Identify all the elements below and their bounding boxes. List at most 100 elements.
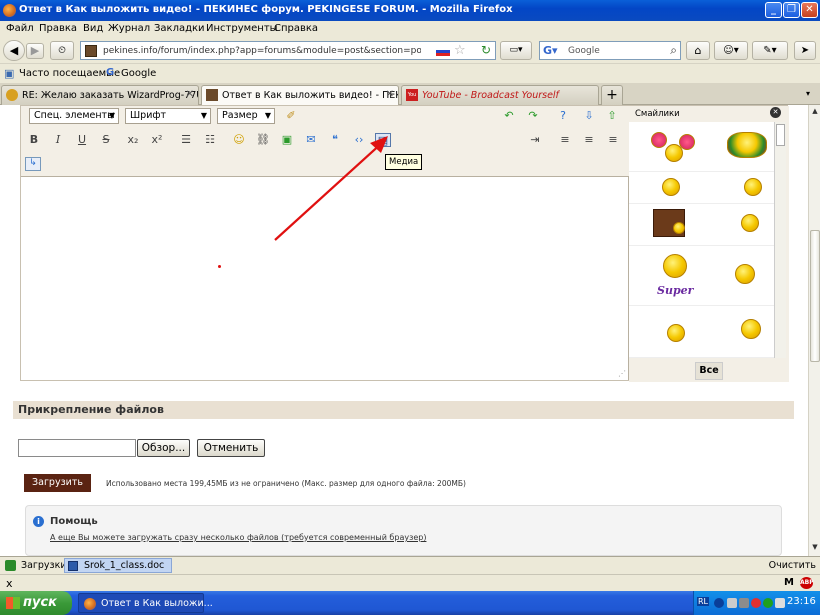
size-select[interactable]: Размер ▼	[217, 108, 275, 124]
smilies-all-button[interactable]: Все	[695, 362, 723, 380]
tab-forum-reply[interactable]: Ответ в Как выложить видео! - ПЕКИН... ✕	[201, 85, 399, 106]
taskbar-item-firefox[interactable]: Ответ в Как выложи...	[78, 593, 213, 613]
opera-icon[interactable]	[751, 598, 761, 608]
align-right-icon[interactable]: ≡	[605, 133, 621, 147]
download-item[interactable]: Srok_1_class.doc	[64, 558, 172, 573]
upload-button[interactable]: Загрузить	[24, 474, 91, 492]
language-indicator[interactable]: RL	[697, 597, 710, 606]
source-mode-icon[interactable]: ↳	[25, 157, 41, 171]
subscript-icon[interactable]: x₂	[125, 133, 141, 147]
undo-icon[interactable]: ↶	[501, 109, 517, 123]
start-button[interactable]: пуск	[0, 591, 72, 615]
adblock-icon[interactable]: ABP	[800, 577, 814, 589]
surprised-smiley-icon[interactable]	[741, 319, 761, 339]
minimize-button[interactable]: _	[765, 2, 782, 18]
phone-smiley-icon[interactable]	[735, 264, 755, 284]
resize-grip-icon[interactable]: ⋰	[618, 369, 626, 378]
menu-history[interactable]: Журнал	[108, 23, 150, 34]
italic-icon[interactable]: I	[50, 133, 66, 147]
font-select[interactable]: Шрифт ▼	[125, 108, 211, 124]
tab-wizardprog[interactable]: RE: Желаю заказать WizardProg-77US... ✕	[1, 85, 199, 105]
downloads-label[interactable]: Загрузки	[21, 560, 67, 571]
gmail-notifier-icon[interactable]: M	[784, 577, 794, 588]
align-center-icon[interactable]: ≡	[581, 133, 597, 147]
editor-textarea[interactable]: ⋰	[21, 176, 629, 380]
help-link[interactable]: А еще Вы можете загружать сразу нескольк…	[50, 533, 426, 542]
page-scrollbar[interactable]: ▲ ▼	[808, 105, 820, 556]
network-icon[interactable]	[727, 598, 737, 608]
browse-button[interactable]: Обзор...	[137, 439, 190, 457]
superscript-icon[interactable]: x²	[149, 133, 165, 147]
menu-tools[interactable]: Инструменты	[206, 23, 278, 34]
scroll-thumb[interactable]	[810, 230, 820, 362]
scroll-up-icon[interactable]: ▲	[810, 107, 820, 115]
restore-icon[interactable]: ⇧	[604, 109, 620, 123]
bookmark-star-icon[interactable]: ☆	[454, 43, 466, 58]
cheerleader-smiley-icon[interactable]	[651, 132, 667, 148]
skype-icon[interactable]	[763, 598, 773, 608]
tray-expand-icon[interactable]	[714, 598, 724, 608]
underline-icon[interactable]: U	[74, 133, 90, 147]
forward-button[interactable]: ▶	[26, 43, 44, 59]
bold-icon[interactable]: B	[26, 133, 42, 147]
search-box[interactable]: G▾ Google ⌕	[539, 41, 681, 60]
clear-format-icon[interactable]: ✐	[283, 109, 299, 123]
maximize-button[interactable]: ❐	[783, 2, 800, 18]
menu-view[interactable]: Вид	[83, 23, 103, 34]
tab-close-icon[interactable]: ✕	[186, 89, 194, 100]
clear-downloads-button[interactable]: Очистить	[769, 560, 816, 571]
media-icon[interactable]: ▤	[375, 133, 391, 147]
sombrero-smiley-icon[interactable]	[727, 132, 767, 158]
super-smiley-icon[interactable]	[663, 254, 687, 278]
code-icon[interactable]: ‹›	[351, 133, 367, 147]
menu-bookmarks[interactable]: Закладки	[154, 23, 205, 34]
address-bar[interactable]: pekines.info/forum/index.php?app=forums&…	[80, 41, 496, 60]
menu-help[interactable]: Справка	[274, 23, 318, 34]
back-button[interactable]: ◀	[3, 40, 25, 61]
redo-icon[interactable]: ↷	[525, 109, 541, 123]
smilies-scrollbar[interactable]	[774, 122, 786, 358]
help-icon[interactable]: ?	[555, 109, 571, 123]
email-icon[interactable]: ✉	[303, 133, 319, 147]
cheerleader-smiley-icon[interactable]	[679, 134, 695, 150]
page-style-button[interactable]: ▭▾	[500, 41, 532, 60]
image-icon[interactable]: ▣	[279, 133, 295, 147]
tray-app-icon[interactable]	[775, 598, 785, 608]
search-icon[interactable]: ⌕	[670, 43, 677, 58]
new-tab-button[interactable]: +	[601, 85, 623, 105]
strikethrough-icon[interactable]: S	[98, 133, 114, 147]
history-dropdown-button[interactable]: ⏲	[50, 41, 74, 60]
home-button[interactable]: ⌂	[686, 41, 710, 60]
numbered-list-icon[interactable]: ☷	[202, 133, 218, 147]
smile-smiley-icon[interactable]	[662, 178, 680, 196]
tab-close-icon[interactable]: ✕	[386, 89, 394, 100]
bullet-list-icon[interactable]: ☰	[178, 133, 194, 147]
emoticon-icon[interactable]: ☺	[231, 133, 247, 147]
close-button[interactable]: ✕	[801, 2, 818, 18]
close-statusbar-icon[interactable]: x	[6, 577, 13, 590]
save-draft-icon[interactable]: ⇩	[581, 109, 597, 123]
scroll-down-icon[interactable]: ▼	[810, 543, 820, 551]
volume-icon[interactable]	[739, 598, 749, 608]
bookmark-google[interactable]: Google	[121, 68, 156, 79]
align-left-icon[interactable]: ≡	[557, 133, 573, 147]
tab-list-icon[interactable]: ▾	[806, 89, 810, 98]
file-path-input[interactable]	[18, 439, 136, 457]
laugh-smiley-icon[interactable]	[741, 214, 759, 232]
close-smilies-icon[interactable]: ✕	[770, 107, 781, 118]
menu-file[interactable]: Файл	[6, 23, 34, 34]
cancel-button[interactable]: Отменить	[197, 439, 265, 457]
smoking-smiley-icon[interactable]	[667, 324, 685, 342]
indent-icon[interactable]: ⇥	[527, 133, 543, 147]
link-icon[interactable]: ⛓	[255, 133, 271, 147]
tab-youtube[interactable]: You YouTube - Broadcast Yourself	[401, 85, 599, 105]
angry-smiley-icon[interactable]	[744, 178, 762, 196]
tools-addon-button[interactable]: ✎▾	[752, 41, 788, 60]
special-elements-select[interactable]: Спец. элементы ▼	[29, 108, 119, 124]
quote-icon[interactable]: ❝	[327, 133, 343, 147]
addon-button[interactable]: ☺▾	[714, 41, 748, 60]
smilies-scroll-thumb[interactable]	[776, 124, 785, 146]
menu-edit[interactable]: Правка	[39, 23, 77, 34]
reload-icon[interactable]: ↻	[481, 43, 491, 57]
cursor-button[interactable]: ➤	[794, 41, 816, 60]
